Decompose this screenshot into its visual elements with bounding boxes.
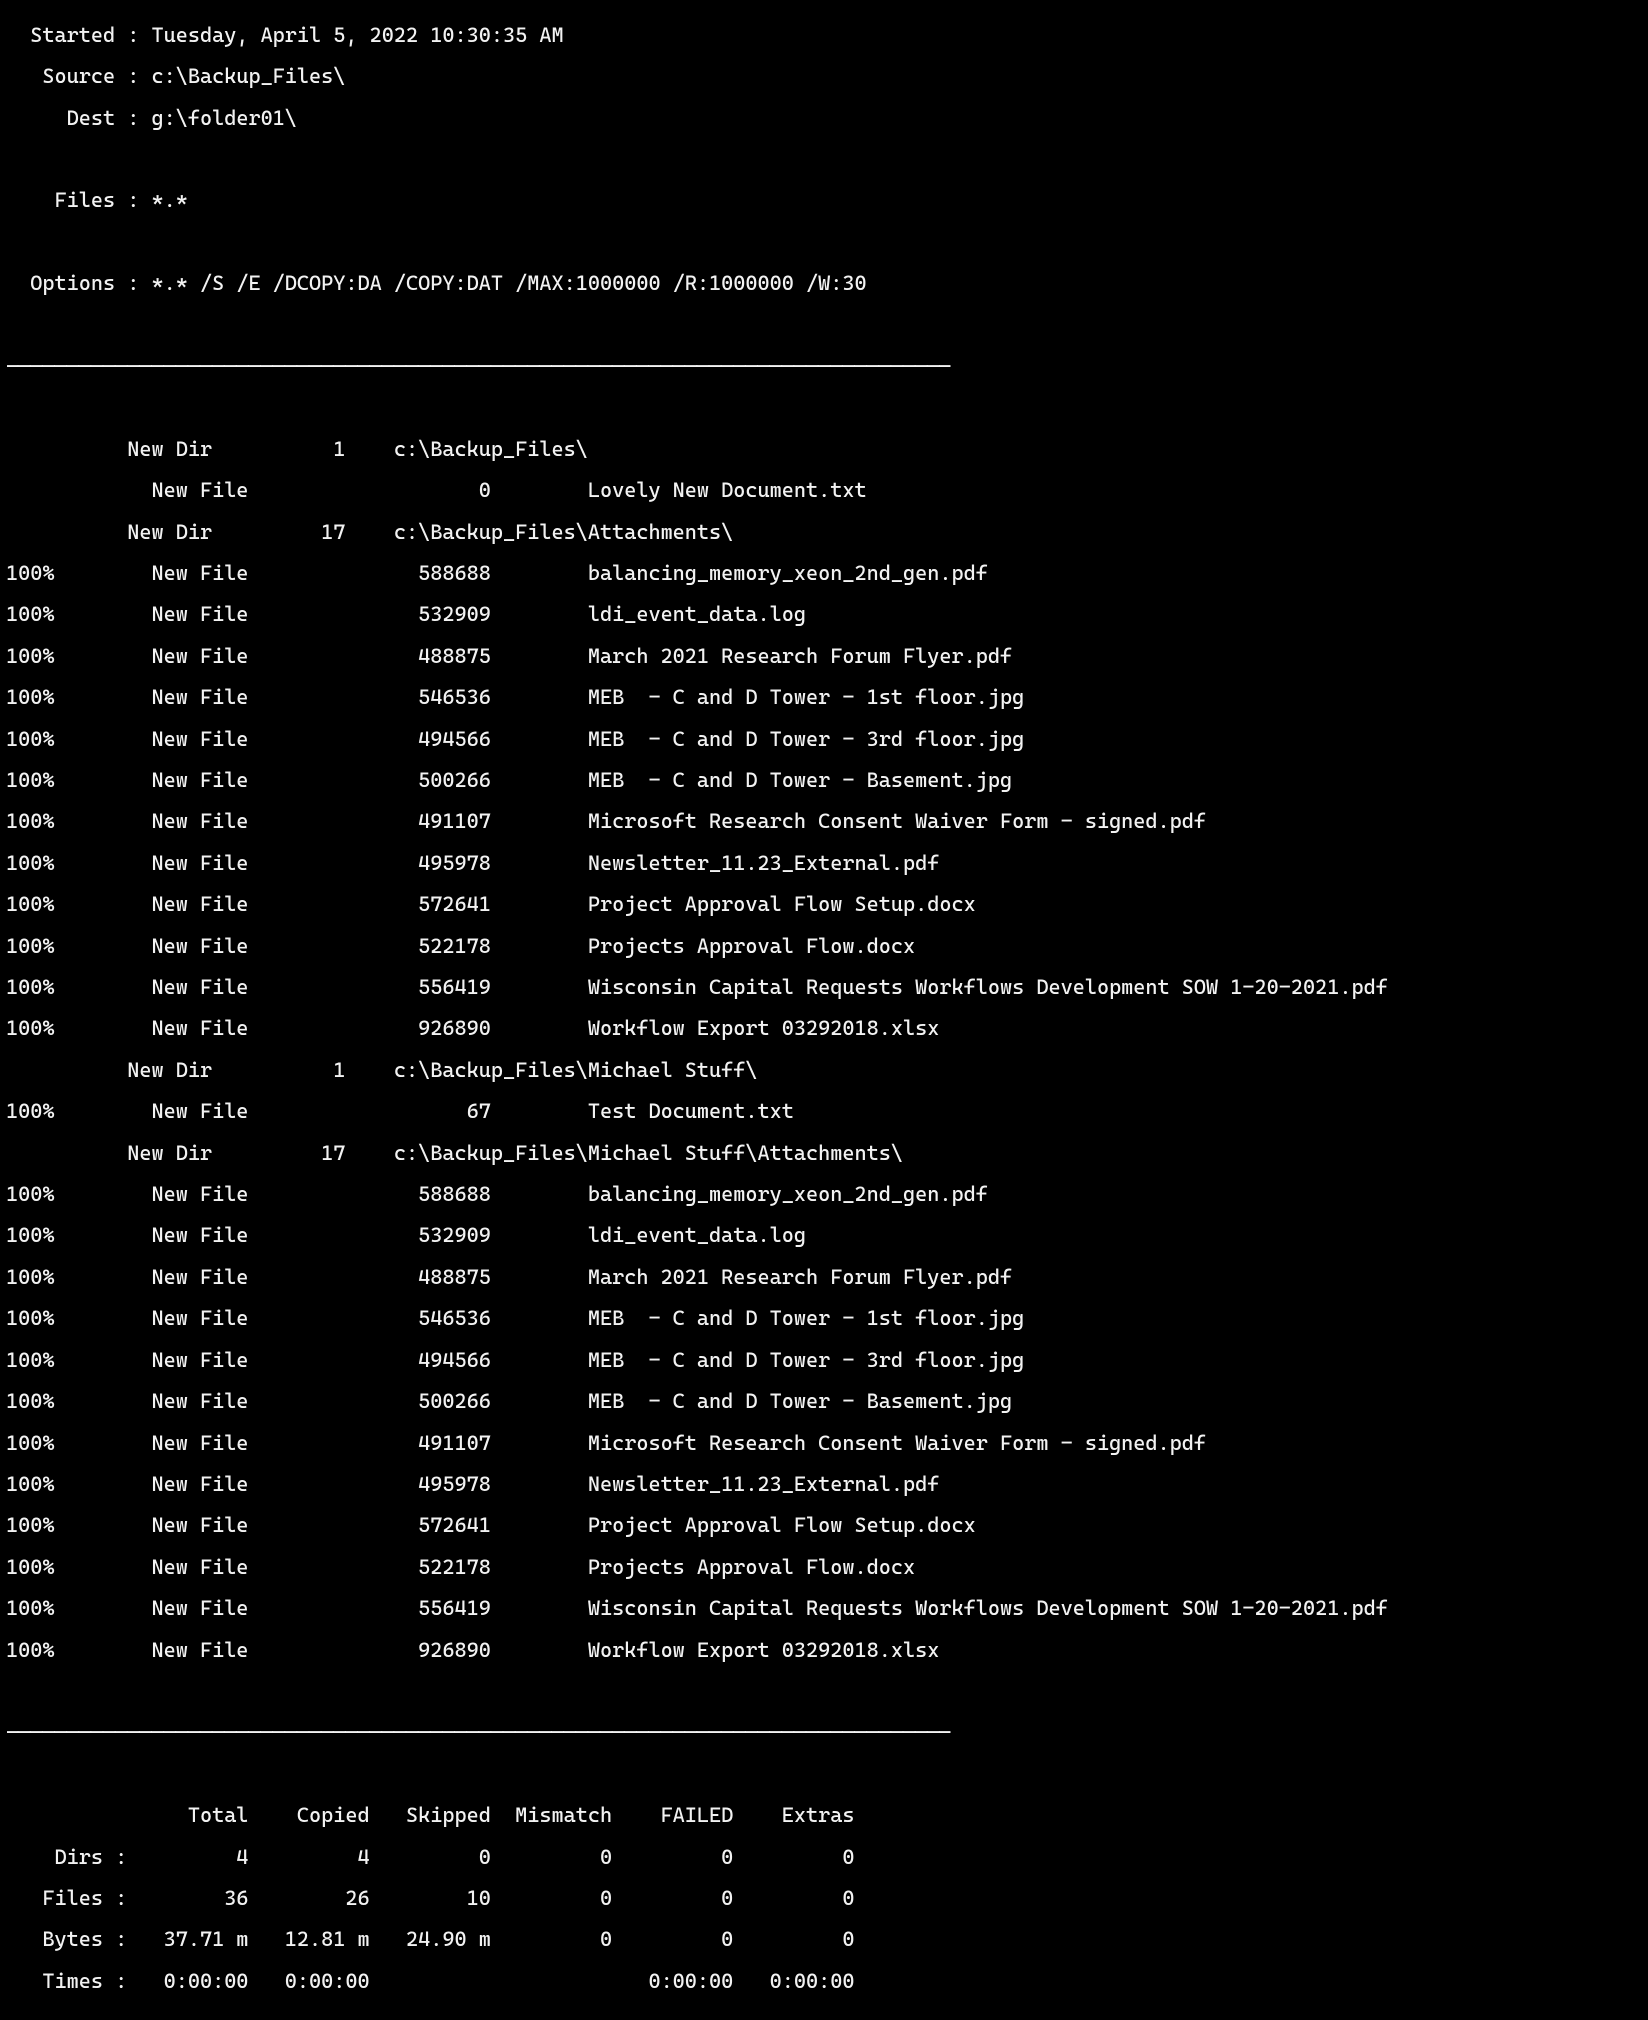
log-line: New Dir 17 c:\Backup_Files\Michael Stuff… <box>6 1143 1642 1164</box>
blank-line <box>6 315 1642 336</box>
log-line: 100% New File 556419 Wisconsin Capital R… <box>6 1598 1642 1619</box>
label-source: Source : <box>6 64 151 88</box>
log-line: New Dir 17 c:\Backup_Files\Attachments\ <box>6 522 1642 543</box>
log-line: 100% New File 494566 MEB - C and D Tower… <box>6 1350 1642 1371</box>
log-line: 100% New File 522178 Projects Approval F… <box>6 936 1642 957</box>
log-line: 100% New File 495978 Newsletter_11.23_Ex… <box>6 853 1642 874</box>
summary-files: Files : 36 26 10 0 0 0 <box>6 1888 1642 1909</box>
value-dest: g:\folder01\ <box>151 106 296 130</box>
log-line: New File 0 Lovely New Document.txt <box>6 480 1642 501</box>
label-started: Started : <box>6 23 151 47</box>
log-line: 100% New File 491107 Microsoft Research … <box>6 1433 1642 1454</box>
log-line: 100% New File 522178 Projects Approval F… <box>6 1557 1642 1578</box>
summary-header: Total Copied Skipped Mismatch FAILED Ext… <box>6 1805 1642 1826</box>
log-line: 100% New File 572641 Project Approval Fl… <box>6 894 1642 915</box>
log-line: 100% New File 588688 balancing_memory_xe… <box>6 563 1642 584</box>
value-source: c:\Backup_Files\ <box>151 64 345 88</box>
log-line: 100% New File 494566 MEB - C and D Tower… <box>6 729 1642 750</box>
value-started: Tuesday, April 5, 2022 10:30:35 AM <box>151 23 563 47</box>
label-options: Options : <box>6 271 151 295</box>
separator-line: ----------------------------------------… <box>6 1722 1642 1743</box>
log-line: 100% New File 588688 balancing_memory_xe… <box>6 1184 1642 1205</box>
value-options: *.* /S /E /DCOPY:DA /COPY:DAT /MAX:10000… <box>151 271 866 295</box>
log-line: 100% New File 556419 Wisconsin Capital R… <box>6 977 1642 998</box>
blank-line <box>6 397 1642 418</box>
log-line: 100% New File 500266 MEB - C and D Tower… <box>6 1391 1642 1412</box>
log-line: New Dir 1 c:\Backup_Files\ <box>6 439 1642 460</box>
header-options: Options : *.* /S /E /DCOPY:DA /COPY:DAT … <box>6 273 1642 294</box>
summary-bytes: Bytes : 37.71 m 12.81 m 24.90 m 0 0 0 <box>6 1929 1642 1950</box>
log-line: 100% New File 495978 Newsletter_11.23_Ex… <box>6 1474 1642 1495</box>
log-line: 100% New File 488875 March 2021 Research… <box>6 1267 1642 1288</box>
header-files: Files : *.* <box>6 190 1642 211</box>
log-line: 100% New File 491107 Microsoft Research … <box>6 811 1642 832</box>
log-line: 100% New File 546536 MEB - C and D Tower… <box>6 1308 1642 1329</box>
summary-dirs: Dirs : 4 4 0 0 0 0 <box>6 1847 1642 1868</box>
separator-line: ----------------------------------------… <box>6 356 1642 377</box>
log-line: 100% New File 532909 ldi_event_data.log <box>6 604 1642 625</box>
header-started: Started : Tuesday, April 5, 2022 10:30:3… <box>6 25 1642 46</box>
log-line: 100% New File 926890 Workflow Export 032… <box>6 1018 1642 1039</box>
log-line: 100% New File 500266 MEB - C and D Tower… <box>6 770 1642 791</box>
header-dest: Dest : g:\folder01\ <box>6 108 1642 129</box>
label-dest: Dest : <box>6 106 151 130</box>
log-line: 100% New File 67 Test Document.txt <box>6 1101 1642 1122</box>
value-files: *.* <box>151 188 187 212</box>
label-files: Files : <box>6 188 151 212</box>
terminal-output: Started : Tuesday, April 5, 2022 10:30:3… <box>0 0 1648 2020</box>
summary-times: Times : 0:00:00 0:00:00 0:00:00 0:00:00 <box>6 1971 1642 1992</box>
log-line: 100% New File 546536 MEB - C and D Tower… <box>6 687 1642 708</box>
log-line: 100% New File 488875 March 2021 Research… <box>6 646 1642 667</box>
log-line: 100% New File 532909 ldi_event_data.log <box>6 1225 1642 1246</box>
blank-line <box>6 1681 1642 1702</box>
log-line: New Dir 1 c:\Backup_Files\Michael Stuff\ <box>6 1060 1642 1081</box>
header-source: Source : c:\Backup_Files\ <box>6 66 1642 87</box>
blank-line <box>6 1764 1642 1785</box>
log-line: 100% New File 572641 Project Approval Fl… <box>6 1515 1642 1536</box>
blank-line <box>6 149 1642 170</box>
blank-line <box>6 232 1642 253</box>
log-line: 100% New File 926890 Workflow Export 032… <box>6 1640 1642 1661</box>
